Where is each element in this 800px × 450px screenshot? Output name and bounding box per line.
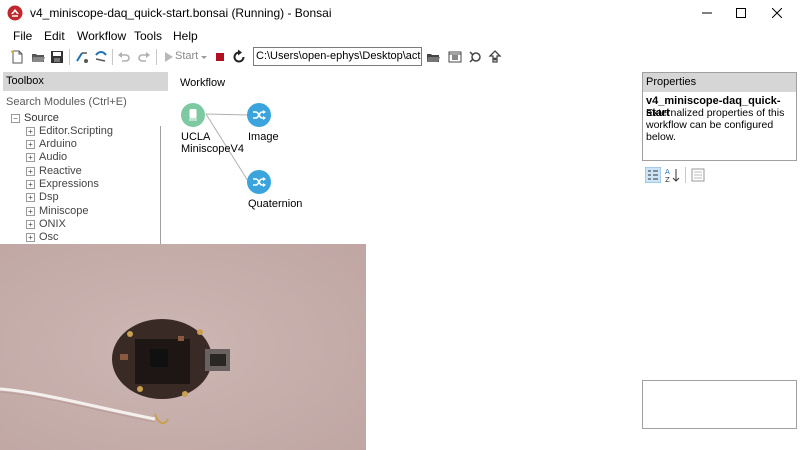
collapse-icon[interactable]: − (11, 113, 20, 123)
toolbar-separator (112, 49, 113, 65)
expand-icon[interactable]: + (26, 232, 35, 242)
categorized-view-icon[interactable] (645, 167, 661, 183)
bonsai-app-icon (7, 5, 23, 21)
tree-item-audio[interactable]: + Audio (26, 151, 67, 163)
tree-item-miniscope[interactable]: + Miniscope (26, 205, 89, 217)
start-dropdown-chevron-icon[interactable] (199, 49, 209, 65)
new-file-icon[interactable] (9, 49, 25, 65)
undo-icon[interactable] (116, 49, 132, 65)
tree-item-reactive[interactable]: + Reactive (26, 165, 82, 177)
toolbar-separator (685, 167, 686, 183)
toolbox-header: Toolbox (3, 72, 168, 91)
tree-item-onix[interactable]: + ONIX (26, 218, 66, 230)
window-title: v4_miniscope-daq_quick-start.bonsai (Run… (30, 6, 332, 20)
tree-item-editor-scripting[interactable]: + Editor.Scripting (26, 125, 113, 137)
property-pages-icon[interactable] (690, 167, 706, 183)
expand-icon[interactable]: + (26, 192, 35, 202)
toolbox-divider (160, 126, 161, 244)
tree-item-label: Arduino (39, 138, 77, 150)
menu-bar: File Edit Workflow Tools Help (0, 26, 800, 46)
node-label: MiniscopeV4 (181, 143, 244, 155)
close-icon (772, 8, 782, 18)
expand-icon[interactable]: + (26, 152, 35, 162)
toolbox-panel: Toolbox Search Modules (Ctrl+E) − Source… (3, 72, 168, 244)
expand-icon[interactable]: + (26, 139, 35, 149)
tree-item-label: Editor.Scripting (39, 125, 113, 137)
menu-edit[interactable]: Edit (44, 29, 65, 43)
tree-node-source[interactable]: − Source (11, 112, 59, 124)
close-button[interactable] (754, 0, 800, 26)
group-icon[interactable] (74, 49, 90, 65)
toolbar-separator (156, 49, 157, 65)
menu-workflow[interactable]: Workflow (77, 29, 126, 43)
tree-item-label: Dsp (39, 191, 59, 203)
expand-icon[interactable]: + (26, 179, 35, 189)
source-node-icon (189, 109, 197, 121)
miniscope-video-visualizer[interactable] (0, 244, 366, 450)
svg-text:Z: Z (665, 176, 670, 183)
expand-icon[interactable]: + (26, 219, 35, 229)
tree-node-label: Source (24, 112, 59, 124)
node-label: Image (248, 131, 279, 143)
open-folder-icon[interactable] (30, 49, 46, 65)
camera-frame-image (0, 244, 366, 450)
ungroup-icon[interactable] (93, 49, 109, 65)
menu-help[interactable]: Help (173, 29, 198, 43)
tree-item-label: Miniscope (39, 205, 89, 217)
tree-item-osc[interactable]: + Osc (26, 231, 59, 243)
tree-item-dsp[interactable]: + Dsp (26, 191, 59, 203)
member-selector-icon (253, 110, 266, 120)
node-image[interactable] (247, 103, 271, 127)
upload-icon[interactable] (487, 49, 503, 65)
properties-header: Properties (643, 73, 796, 92)
property-description-box (642, 380, 797, 429)
maximize-icon (736, 8, 746, 18)
browse-folder-icon[interactable] (425, 49, 441, 65)
redo-icon[interactable] (136, 49, 152, 65)
expand-icon[interactable]: + (26, 206, 35, 216)
expand-icon[interactable]: + (26, 126, 35, 136)
properties-panel: Properties v4_miniscope-daq_quick-start … (642, 72, 797, 161)
expand-icon[interactable]: + (26, 166, 35, 176)
start-button-label[interactable]: Start (175, 50, 198, 62)
tree-item-arduino[interactable]: + Arduino (26, 138, 77, 150)
svg-text:A: A (665, 168, 670, 176)
tree-item-label: ONIX (39, 218, 66, 230)
node-label: UCLA (181, 131, 211, 143)
minimize-icon (702, 12, 712, 14)
properties-description: Externalized properties of this workflow… (646, 107, 785, 143)
working-directory-input[interactable]: C:\Users\open-ephys\Desktop\active (253, 47, 422, 66)
tree-item-label: Reactive (39, 165, 82, 177)
node-ucla-miniscopev4[interactable] (181, 103, 205, 127)
menu-file[interactable]: File (13, 29, 32, 43)
tree-item-label: Audio (39, 151, 68, 163)
save-icon[interactable] (49, 49, 65, 65)
tree-item-label: Osc (39, 231, 59, 243)
package-manager-icon[interactable] (447, 49, 463, 65)
workflow-tab-label[interactable]: Workflow (180, 77, 225, 89)
tree-item-expressions[interactable]: + Expressions (26, 178, 99, 190)
stop-icon[interactable] (212, 49, 228, 65)
member-selector-icon (253, 177, 266, 187)
menu-tools[interactable]: Tools (134, 29, 162, 43)
title-bar: v4_miniscope-daq_quick-start.bonsai (Run… (0, 0, 800, 26)
sort-alphabetical-icon[interactable]: A Z (665, 167, 681, 183)
gallery-icon[interactable] (467, 49, 483, 65)
toolbox-search-input[interactable]: Search Modules (Ctrl+E) (6, 96, 127, 108)
node-quaternion[interactable] (247, 170, 271, 194)
toolbar-separator (69, 49, 70, 65)
node-label: Quaternion (248, 198, 303, 210)
restart-icon[interactable] (231, 49, 247, 65)
tree-item-label: Expressions (39, 178, 99, 190)
